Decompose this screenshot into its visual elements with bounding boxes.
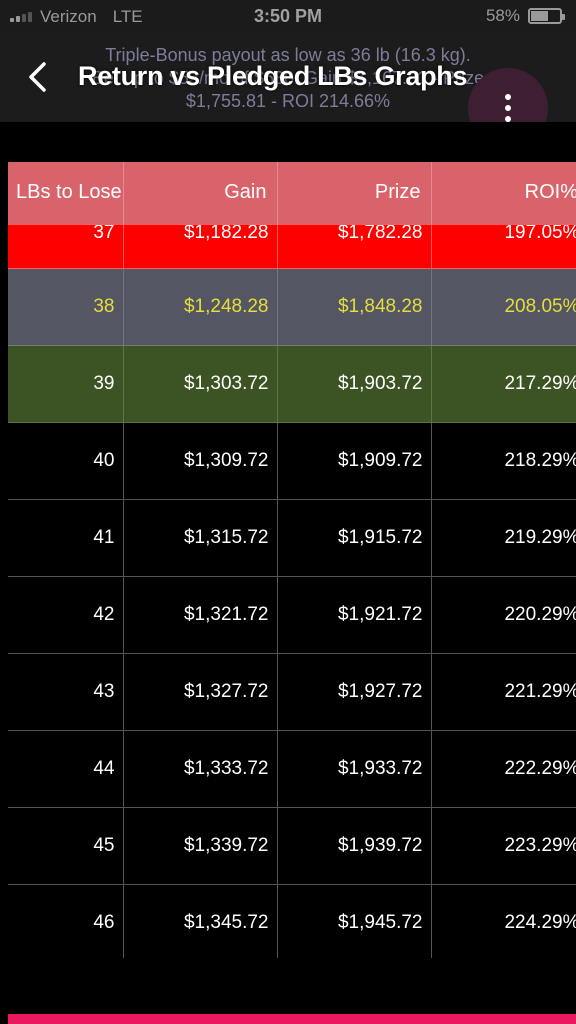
cell-gain: $1,327.72 (122, 652, 278, 731)
column-header-prize[interactable]: Prize (276, 162, 431, 224)
cell-prize: $1,939.72 (276, 806, 432, 885)
cell-lbs: 45 (8, 806, 124, 885)
cell-prize: $1,903.72 (276, 344, 432, 423)
cell-gain: $1,315.72 (122, 498, 278, 577)
cell-lbs: 46 (8, 883, 124, 958)
battery-icon (528, 8, 565, 24)
table-header-row: LBs to Lose Gain Prize ROI% (8, 162, 576, 224)
cell-roi: 217.29% (430, 344, 576, 423)
cell-gain: $1,339.72 (122, 806, 278, 885)
column-header-gain[interactable]: Gain (122, 162, 277, 224)
column-header-lbs[interactable]: LBs to Lose (8, 162, 123, 224)
cell-gain: $1,345.72 (122, 883, 278, 958)
cell-roi: 224.29% (430, 883, 576, 958)
cell-roi: 197.05% (430, 223, 576, 269)
cell-gain: $1,309.72 (122, 421, 278, 500)
battery-percent: 58% (485, 6, 520, 25)
payout-table: LBs to Lose Gain Prize ROI% 37 $1,182.28 $… (8, 162, 576, 958)
bet-summary-line-3: $1,755.81 - ROI 214.66% (185, 91, 391, 111)
chevron-left-icon[interactable] (24, 60, 52, 94)
cell-prize: $1,945.72 (276, 883, 432, 958)
bottom-action-bar[interactable] (8, 1014, 576, 1024)
payout-table-container[interactable]: LBs to Lose Gain Prize ROI% 37 $1,182.28 $… (0, 122, 576, 958)
cell-prize: $1,915.72 (276, 498, 432, 577)
cell-prize: $1,927.72 (276, 652, 432, 731)
table-row[interactable]: 40 $1,309.72 $1,909.72 218.29% (8, 421, 576, 500)
column-header-roi[interactable]: ROI% (430, 162, 576, 224)
table-row[interactable]: 42 $1,321.72 $1,921.72 220.29% (8, 575, 576, 654)
cell-prize: $1,909.72 (276, 421, 432, 500)
cell-lbs: 41 (8, 498, 124, 577)
cell-lbs: 40 (8, 421, 124, 500)
cell-roi: 219.29% (430, 498, 576, 577)
cell-gain: $1,303.72 (122, 344, 278, 423)
cell-lbs: 44 (8, 729, 124, 808)
cell-lbs: 37 (8, 223, 124, 269)
cell-roi: 220.29% (430, 575, 576, 654)
app-bar: Triple-Bonus payout as low as 36 lb (16.… (0, 34, 576, 148)
cell-roi: 223.29% (430, 806, 576, 885)
table-row[interactable]: 37 $1,182.28 $1,782.28 197.05% (8, 223, 576, 269)
cell-lbs: 38 (8, 267, 124, 346)
table-row[interactable]: 45 $1,339.72 $1,939.72 223.29% (8, 806, 576, 885)
cell-lbs: 42 (8, 575, 124, 654)
cell-gain: $1,182.28 (122, 223, 278, 269)
cell-roi: 208.05% (430, 267, 576, 346)
table-row[interactable]: 38 $1,248.28 $1,848.28 208.05% (8, 267, 576, 346)
table-row[interactable]: 43 $1,327.72 $1,927.72 221.29% (8, 652, 576, 731)
status-bar: Verizon LTE 3:50 PM 58% (0, 0, 576, 34)
status-right: 58% (485, 6, 565, 26)
cell-roi: 218.29% (430, 421, 576, 500)
cell-prize: $1,782.28 (276, 223, 432, 269)
table-row[interactable]: 46 $1,345.72 $1,945.72 224.29% (8, 883, 576, 958)
cell-gain: $1,248.28 (122, 267, 278, 346)
cell-lbs: 39 (8, 344, 124, 423)
cell-roi: 222.29% (430, 729, 576, 808)
table-row[interactable]: 39 $1,303.72 $1,903.72 217.29% (8, 344, 576, 423)
cell-prize: $1,848.28 (276, 267, 432, 346)
table-row[interactable]: 41 $1,315.72 $1,915.72 219.29% (8, 498, 576, 577)
more-vertical-icon (505, 94, 511, 122)
cell-prize: $1,921.72 (276, 575, 432, 654)
cell-gain: $1,321.72 (122, 575, 278, 654)
cell-gain: $1,333.72 (122, 729, 278, 808)
table-row[interactable]: 44 $1,333.72 $1,933.72 222.29% (8, 729, 576, 808)
cell-roi: 221.29% (430, 652, 576, 731)
cell-lbs: 43 (8, 652, 124, 731)
cell-prize: $1,933.72 (276, 729, 432, 808)
page-title: Return vs Pledged LBs Graphs (78, 61, 468, 91)
